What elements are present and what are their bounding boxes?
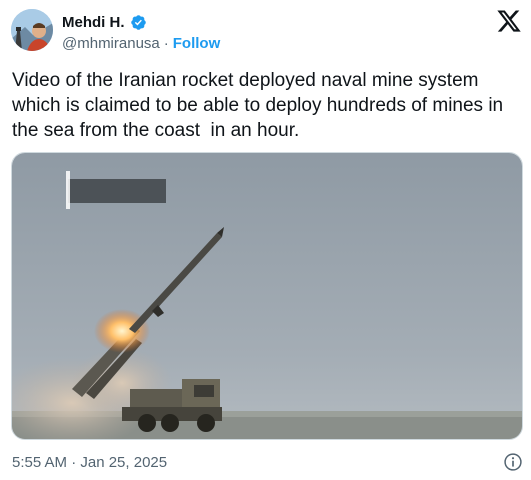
- author-name-row: Mehdi H.: [62, 12, 147, 32]
- tweet-media-video[interactable]: [11, 152, 523, 440]
- verified-badge-icon: [130, 14, 146, 30]
- info-icon[interactable]: [503, 452, 523, 472]
- tweet-text: Video of the Iranian rocket deployed nav…: [12, 70, 509, 141]
- author-name[interactable]: Mehdi H.: [62, 14, 125, 31]
- author-handle-row: @mhmiranusa · Follow: [62, 35, 220, 52]
- tweet-timestamp[interactable]: 5:55 AM · Jan 25, 2025: [12, 454, 167, 471]
- author-handle[interactable]: @mhmiranusa: [62, 35, 160, 52]
- video-frame: [12, 153, 522, 439]
- follow-button[interactable]: Follow: [173, 35, 221, 52]
- avatar-image: [11, 9, 53, 51]
- x-logo-icon[interactable]: [496, 8, 522, 34]
- separator-dot: ·: [163, 35, 169, 52]
- avatar[interactable]: [11, 9, 53, 51]
